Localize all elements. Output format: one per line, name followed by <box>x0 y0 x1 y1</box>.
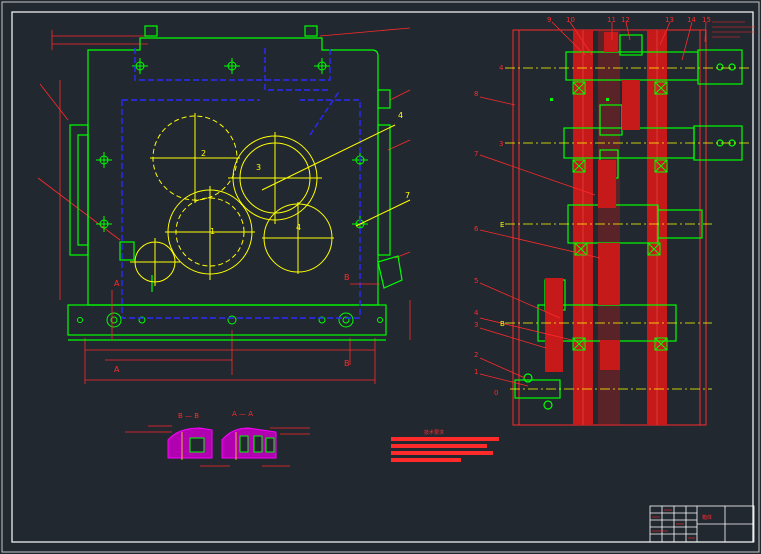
section-mark-b: B <box>344 359 350 368</box>
callout: 1 <box>474 368 478 376</box>
section-a-a <box>221 427 277 460</box>
callout: 9 <box>547 16 551 24</box>
technical-notes[interactable]: 技术要求 <box>391 429 499 462</box>
gear-label: 2 <box>201 149 206 158</box>
front-view[interactable]: 2 3 1 4 4 7 A A B B <box>37 25 411 384</box>
front-top-dimensions <box>37 27 411 384</box>
bolt-holes <box>77 58 383 328</box>
callout: 5 <box>474 277 478 285</box>
callout: 7 <box>474 150 478 158</box>
callout: 6 <box>474 225 479 233</box>
callout: 3 <box>474 321 478 329</box>
note-line <box>391 444 487 448</box>
section-title-a: A — A <box>232 410 253 418</box>
note-line <box>391 437 499 441</box>
gear-circles <box>130 113 411 286</box>
side-view[interactable]: 4 8 3 7 6 5 4 3 2 1 0 9 10 11 12 13 14 1… <box>474 16 755 426</box>
hidden-lines <box>121 48 361 319</box>
housing-outline <box>67 25 403 341</box>
callout: 4 <box>499 64 504 72</box>
title-block-name: 箱体 <box>702 514 712 521</box>
note-line <box>391 451 493 455</box>
callout: 0 <box>494 389 498 397</box>
callout: 12 <box>621 16 630 24</box>
callout: 15 <box>702 16 711 24</box>
side-left-callouts: 4 8 3 7 6 5 4 3 2 1 0 <box>474 64 504 397</box>
callout: 13 <box>665 16 674 24</box>
callout: 4 <box>474 309 479 317</box>
section-mark-a: A <box>114 279 120 288</box>
leader-label: 4 <box>398 111 403 120</box>
callout: 11 <box>607 16 616 24</box>
note-line <box>391 458 461 462</box>
side-top-callouts: 9 10 11 12 13 14 15 <box>547 16 711 24</box>
callout: 14 <box>687 16 696 24</box>
title-block[interactable]: 箱体 <box>649 505 755 543</box>
callout: 10 <box>566 16 575 24</box>
leader-label: 7 <box>405 191 410 200</box>
gear-number-labels: 2 3 1 4 4 7 <box>201 111 410 236</box>
section-mark-a: A <box>114 365 120 374</box>
cad-drawing-canvas[interactable]: 2 3 1 4 4 7 A A B B 4 8 3 7 6 5 4 3 2 1 … <box>0 0 761 554</box>
section-title-b: B — B <box>178 412 199 420</box>
shaft-label: B <box>500 320 505 328</box>
gear-label: 3 <box>256 163 261 172</box>
callout: 3 <box>499 140 503 148</box>
side-shaft-labels: E B <box>500 221 505 328</box>
section-mark-b: B <box>344 273 350 282</box>
callout: 8 <box>474 90 478 98</box>
top-right-note-lines <box>712 21 755 38</box>
callout: 2 <box>474 351 478 359</box>
drawing-sheet[interactable]: 2 3 1 4 4 7 A A B B 4 8 3 7 6 5 4 3 2 1 … <box>0 0 761 554</box>
notes-heading: 技术要求 <box>424 429 444 436</box>
gear-label: 1 <box>210 227 215 236</box>
section-b-b <box>167 427 213 460</box>
inner-border <box>11 11 754 543</box>
section-views[interactable]: B — B A — A <box>125 410 310 467</box>
outer-border <box>1 1 760 553</box>
gear-label: 4 <box>296 223 301 232</box>
shaft-label: E <box>500 221 504 229</box>
